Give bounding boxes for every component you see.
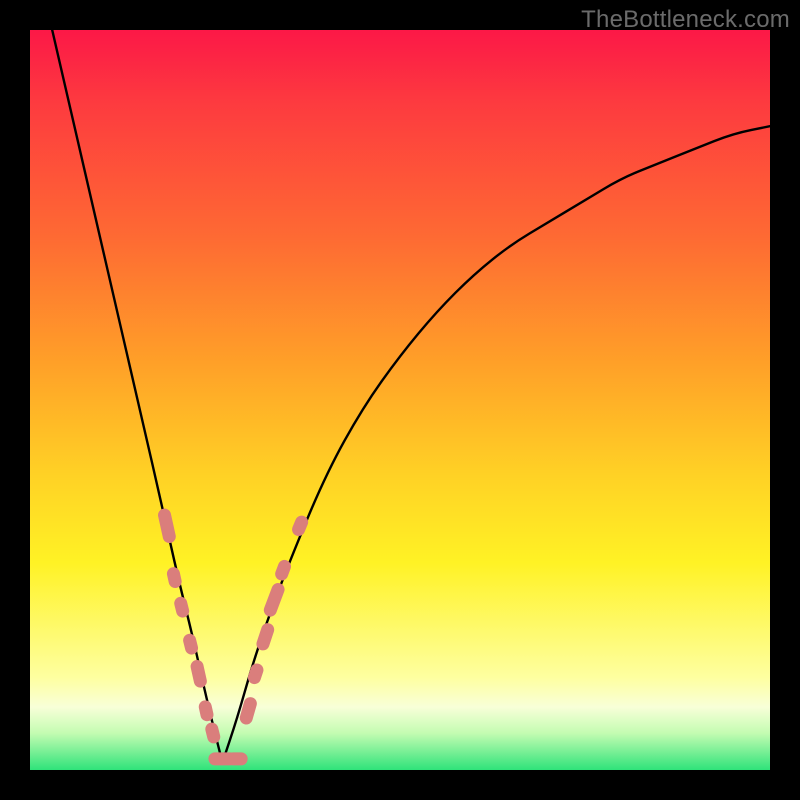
marker-point: [246, 662, 265, 686]
marker-point: [227, 752, 248, 765]
plot-area: [30, 30, 770, 770]
curve-left-arm: [52, 30, 222, 763]
marker-point: [255, 621, 276, 652]
marker-point: [204, 721, 222, 745]
marker-point: [262, 581, 286, 618]
marker-point: [189, 659, 208, 689]
curve-right-arm: [222, 126, 770, 762]
bottleneck-chart: [30, 30, 770, 770]
marker-point: [157, 507, 177, 544]
chart-frame: TheBottleneck.com: [0, 0, 800, 800]
